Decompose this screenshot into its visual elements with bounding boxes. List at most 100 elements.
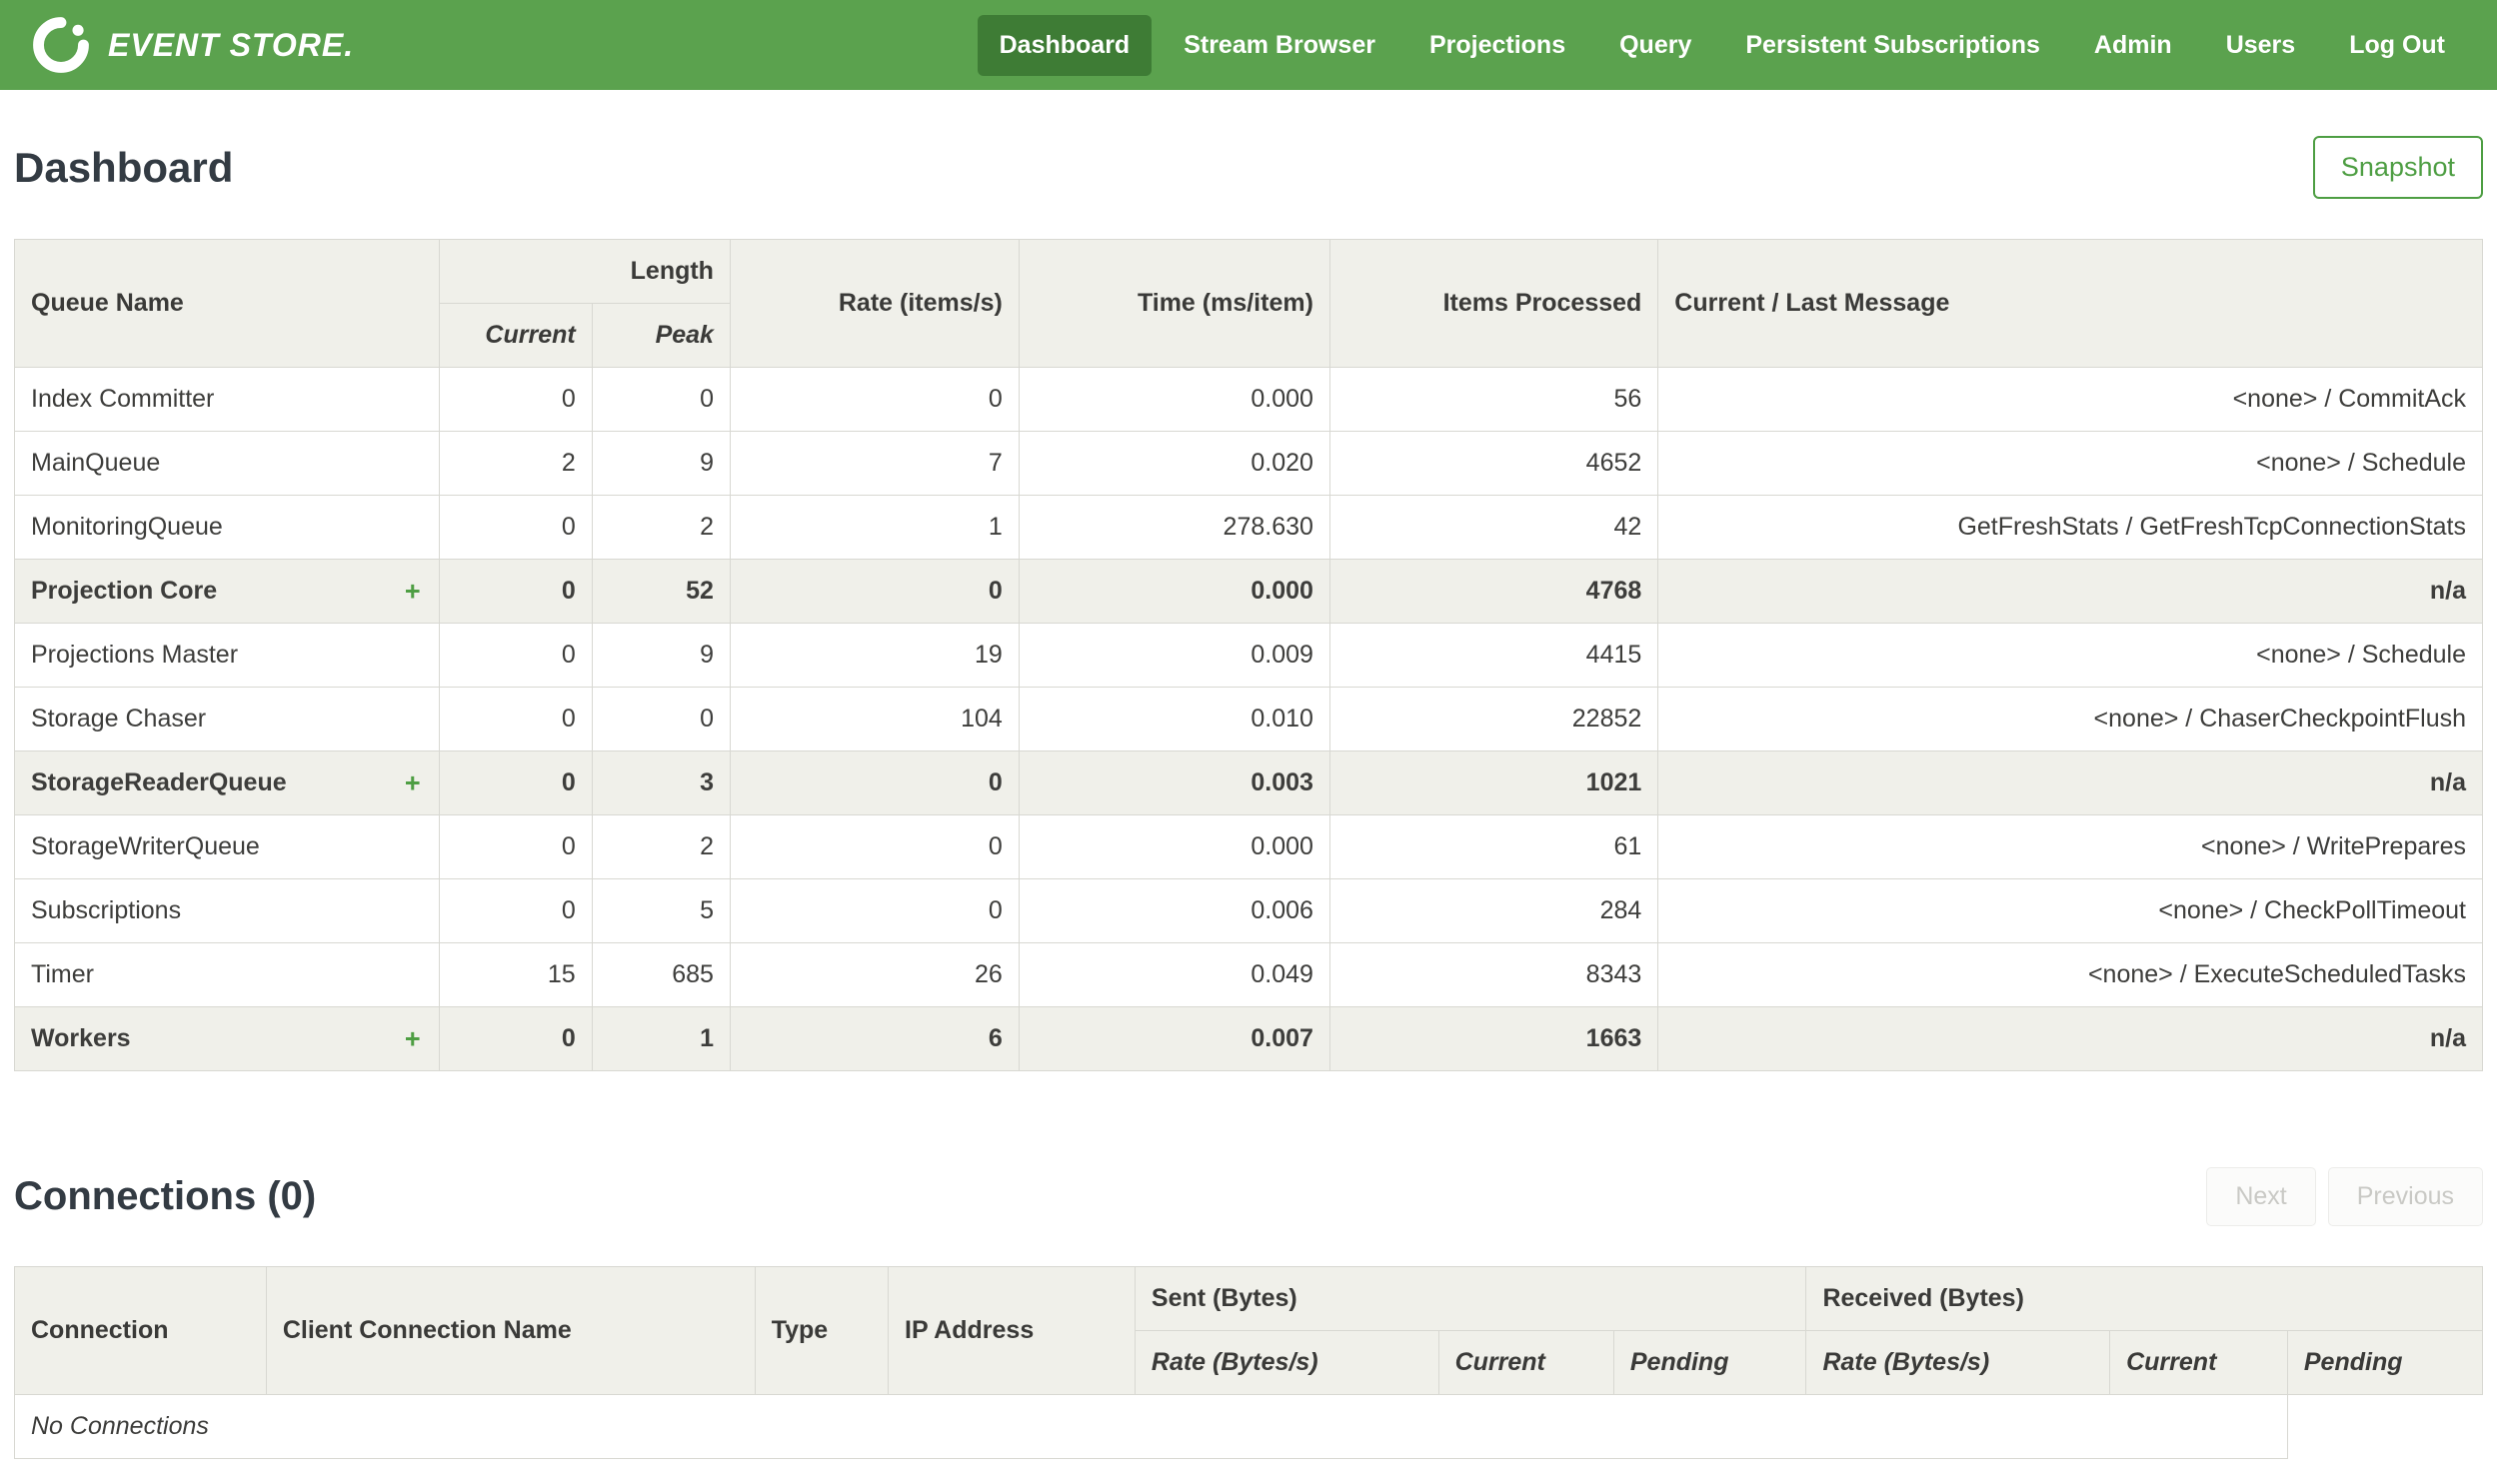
queues-table-body: Index Committer 0 0 0 0.000 56 <none> / Commit…: [14, 367, 2483, 1071]
col-received-bytes: Received (Bytes): [1805, 1266, 2483, 1331]
queue-current-cell: 15: [438, 942, 593, 1007]
queue-group-row: Workers +0 1 6 0.007 1663 n/a: [14, 1006, 2483, 1071]
queue-time-cell: 0.049: [1018, 942, 1330, 1007]
queue-items-cell: 56: [1328, 367, 1659, 432]
queue-items-cell: 4652: [1328, 431, 1659, 496]
queue-row: Index Committer 0 0 0 0.000 56 <none> / Commit…: [14, 367, 2483, 432]
queue-peak-cell: 2: [591, 495, 731, 560]
queue-items-cell: 8343: [1328, 942, 1659, 1007]
queue-rate-cell: 7: [729, 431, 1020, 496]
connections-table-body: No Connections: [14, 1394, 2483, 1459]
col-length: Length: [438, 239, 731, 304]
queue-current-cell: 0: [438, 1006, 593, 1071]
queue-rate-cell: 0: [729, 367, 1020, 432]
queue-rate-cell: 6: [729, 1006, 1020, 1071]
queue-row: MainQueue 2 9 7 0.020 4652 <none> / Schedule: [14, 431, 2483, 496]
col-sent-current: Current: [1437, 1330, 1614, 1395]
col-connection: Connection: [14, 1266, 267, 1395]
no-connections-message: No Connections: [14, 1394, 2288, 1459]
expand-queue-button[interactable]: +: [405, 767, 421, 798]
queue-time-cell: 0.006: [1018, 878, 1330, 943]
queue-rate-cell: 19: [729, 623, 1020, 688]
queue-name-cell: MainQueue: [14, 431, 440, 496]
connections-table: Connection Client Connection Name Type I…: [14, 1266, 2484, 1459]
col-received-current: Current: [2109, 1330, 2288, 1395]
nav-item-dashboard[interactable]: Dashboard: [977, 14, 1153, 76]
queue-peak-cell: 1: [591, 1006, 731, 1071]
nav-item-query[interactable]: Query: [1597, 15, 1713, 76]
queue-name: Subscriptions: [31, 896, 182, 924]
col-sent-pending: Pending: [1612, 1330, 1807, 1395]
col-ip-address: IP Address: [888, 1266, 1136, 1395]
brand-text: EVENT STORE.: [108, 26, 355, 63]
queue-time-cell: 0.000: [1018, 814, 1330, 879]
queue-name-cell: Timer: [14, 942, 440, 1007]
nav-item-log-out[interactable]: Log Out: [2327, 15, 2467, 76]
queue-name-cell: MonitoringQueue: [14, 495, 440, 560]
queue-name: Projection Core: [31, 577, 218, 605]
queue-current-cell: 0: [438, 495, 593, 560]
expand-queue-button[interactable]: +: [405, 576, 421, 607]
queue-group-row: StorageReaderQueue +0 3 0 0.003 1021 n/a: [14, 750, 2483, 815]
queue-time-cell: 0.010: [1018, 687, 1330, 751]
queue-peak-cell: 0: [591, 367, 731, 432]
queue-group-row: Projection Core +0 52 0 0.000 4768 n/a: [14, 559, 2483, 624]
nav-item-persistent-subscriptions[interactable]: Persistent Subscriptions: [1723, 15, 2062, 76]
queue-peak-cell: 0: [591, 687, 731, 751]
queue-rate-cell: 0: [729, 750, 1020, 815]
queue-row: Storage Chaser 0 0 104 0.010 22852 <none> / Ch…: [14, 687, 2483, 751]
queue-message-cell: <none> / Schedule: [1657, 431, 2483, 496]
queue-items-cell: 1021: [1328, 750, 1659, 815]
col-message: Current / Last Message: [1657, 239, 2483, 368]
queue-items-cell: 1663: [1328, 1006, 1659, 1071]
queue-name: StorageReaderQueue: [31, 768, 287, 796]
nav-item-projections[interactable]: Projections: [1407, 15, 1587, 76]
queue-time-cell: 0.003: [1018, 750, 1330, 815]
previous-button[interactable]: Previous: [2327, 1167, 2483, 1226]
col-client-connection-name: Client Connection Name: [265, 1266, 756, 1395]
queue-current-cell: 0: [438, 367, 593, 432]
queues-table: Queue Name Length Rate (items/s) Time (m…: [14, 239, 2483, 1071]
queue-message-cell: GetFreshStats / GetFreshTcpConnectionSta…: [1657, 495, 2483, 560]
snapshot-button[interactable]: Snapshot: [2312, 136, 2483, 199]
next-button[interactable]: Next: [2206, 1167, 2316, 1226]
queue-name-cell: Projections Master: [14, 623, 440, 688]
queue-time-cell: 0.000: [1018, 559, 1330, 624]
queue-items-cell: 284: [1328, 878, 1659, 943]
queue-rate-cell: 1: [729, 495, 1020, 560]
connections-pager: Next Previous: [2206, 1167, 2483, 1226]
queue-row: StorageWriterQueue 0 2 0 0.000 61 <none> / Wri…: [14, 814, 2483, 879]
queue-name: Projections Master: [31, 641, 239, 669]
queue-peak-cell: 3: [591, 750, 731, 815]
queue-current-cell: 0: [438, 687, 593, 751]
queue-items-cell: 22852: [1328, 687, 1659, 751]
queue-time-cell: 0.020: [1018, 431, 1330, 496]
queue-name-cell: StorageReaderQueue +: [14, 750, 440, 815]
col-rate: Rate (items/s): [729, 239, 1020, 368]
queue-peak-cell: 9: [591, 623, 731, 688]
col-received-rate: Rate (Bytes/s): [1805, 1330, 2111, 1395]
eventstore-brand[interactable]: EVENT STORE.: [30, 14, 354, 76]
nav-item-users[interactable]: Users: [2204, 15, 2318, 76]
nav-item-admin[interactable]: Admin: [2072, 15, 2194, 76]
queue-name: Storage Chaser: [31, 705, 207, 733]
queue-items-cell: 61: [1328, 814, 1659, 879]
queue-name-cell: StorageWriterQueue: [14, 814, 440, 879]
col-items-processed: Items Processed: [1328, 239, 1659, 368]
queue-current-cell: 0: [438, 814, 593, 879]
col-queue-name: Queue Name: [14, 239, 440, 368]
queue-message-cell: <none> / WritePrepares: [1657, 814, 2483, 879]
col-length-current: Current: [438, 303, 593, 368]
queue-items-cell: 4768: [1328, 559, 1659, 624]
queue-rate-cell: 0: [729, 878, 1020, 943]
queue-name: StorageWriterQueue: [31, 832, 260, 860]
queue-message-cell: n/a: [1657, 1006, 2483, 1071]
queue-time-cell: 278.630: [1018, 495, 1330, 560]
expand-queue-button[interactable]: +: [405, 1023, 421, 1054]
connections-header: Connections (0) Next Previous: [14, 1167, 2483, 1226]
col-type: Type: [754, 1266, 890, 1395]
nav-item-stream-browser[interactable]: Stream Browser: [1162, 15, 1397, 76]
queue-row: Projections Master 0 9 19 0.009 4415 <none> / …: [14, 623, 2483, 688]
queue-row: Subscriptions 0 5 0 0.006 284 <none> / CheckPo…: [14, 878, 2483, 943]
queue-row: MonitoringQueue 0 2 1 278.630 42 GetFreshStats…: [14, 495, 2483, 560]
